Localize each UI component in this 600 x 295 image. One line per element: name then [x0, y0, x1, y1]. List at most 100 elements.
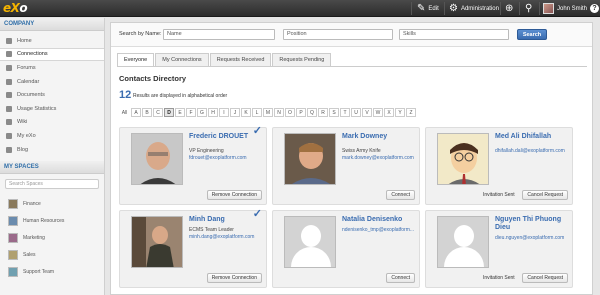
letter-filter-q[interactable]: Q	[307, 108, 317, 117]
sidebar-item-blog[interactable]: Blog	[0, 143, 104, 157]
sidebar-item-calendar[interactable]: Calendar	[0, 75, 104, 89]
invitation-sent-status: Invitation Sent	[483, 275, 515, 281]
letter-filter-s[interactable]: S	[329, 108, 339, 117]
sidebar-item-connections[interactable]: Connections	[0, 47, 104, 62]
space-item-finance[interactable]: Finance	[0, 195, 104, 212]
letter-filter-p[interactable]: P	[296, 108, 306, 117]
letter-filter-c[interactable]: C	[153, 108, 163, 117]
contact-photo[interactable]	[131, 216, 183, 268]
gear-icon: ⚙	[449, 2, 458, 14]
letter-filter-h[interactable]: H	[208, 108, 218, 117]
sidebar-item-label: Connections	[17, 51, 48, 58]
administration-label: Administration	[460, 5, 499, 12]
contact-card: Med Ali Dhifallah dhifallah.dali@exoplat…	[425, 127, 573, 205]
contact-name[interactable]: Natalia Denisenko	[342, 216, 418, 224]
letter-filter-k[interactable]: K	[241, 108, 251, 117]
help-button[interactable]: ?	[590, 0, 599, 17]
letter-filter-a[interactable]: A	[131, 108, 141, 117]
letter-filter-j[interactable]: J	[230, 108, 240, 117]
sidebar-item-my-exo[interactable]: My eXo	[0, 129, 104, 143]
letter-filter-d[interactable]: D	[164, 108, 174, 117]
letter-filter-i[interactable]: I	[219, 108, 229, 117]
search-spaces-input[interactable]: Search Spaces	[5, 179, 99, 190]
contact-name[interactable]: Nguyen Thi Phuong Dieu	[495, 216, 571, 232]
tab-requests-pending[interactable]: Requests Pending	[272, 53, 332, 66]
letter-filter-v[interactable]: V	[362, 108, 372, 117]
letter-filter-z[interactable]: Z	[406, 108, 416, 117]
logo-text-tail: o	[19, 1, 28, 15]
administration-button[interactable]: ⚙ Administration	[449, 0, 499, 17]
sidebar-item-home[interactable]: Home	[0, 34, 104, 48]
connect-button[interactable]: Connect	[386, 190, 415, 200]
space-item-support-team[interactable]: Support Team	[0, 263, 104, 280]
contact-photo[interactable]	[131, 133, 183, 185]
contact-position: VP Engineering	[189, 148, 224, 154]
search-button[interactable]: ⚲	[525, 0, 532, 17]
contact-email[interactable]: dhifallah.dali@exoplatform.com	[495, 148, 565, 154]
tab-my-connections[interactable]: My Connections	[155, 53, 209, 66]
contact-email[interactable]: dieu.nguyen@exoplatform.com	[495, 235, 564, 241]
contact-email[interactable]: ndenisenko_tmp@exoplatform...	[342, 227, 414, 233]
contact-email[interactable]: minh.dang@exoplatform.com	[189, 234, 254, 240]
contact-card: ✓ Minh Dang ECMS Team Leader minh.dang@e…	[119, 209, 267, 288]
space-item-human-resources[interactable]: Human Resources	[0, 212, 104, 229]
position-search-input[interactable]: Position	[283, 29, 393, 40]
contact-photo-placeholder[interactable]	[437, 216, 489, 268]
skills-search-input[interactable]: Skills	[399, 29, 509, 40]
space-label: Finance	[23, 200, 41, 207]
sidebar-item-forums[interactable]: Forums	[0, 61, 104, 75]
contact-photo[interactable]	[284, 133, 336, 185]
letter-filter-y[interactable]: Y	[395, 108, 405, 117]
name-search-input[interactable]: Name	[163, 29, 275, 40]
sidebar-item-wiki[interactable]: Wiki	[0, 116, 104, 130]
letter-filter-t[interactable]: T	[340, 108, 350, 117]
tab-requests-received[interactable]: Requests Received	[209, 53, 272, 66]
letter-filter-l[interactable]: L	[252, 108, 262, 117]
contact-photo[interactable]	[437, 133, 489, 185]
letter-filter-w[interactable]: W	[373, 108, 383, 117]
contact-email[interactable]: mark.downey@exoplatform.com	[342, 155, 414, 161]
divider	[444, 2, 445, 15]
letter-filter-o[interactable]: O	[285, 108, 295, 117]
exo-logo[interactable]: eXo	[3, 1, 28, 15]
search-button[interactable]: Search	[517, 29, 547, 40]
default-avatar-icon	[285, 217, 335, 267]
main-content: Search by Name: Name Position Skills Sea…	[110, 22, 593, 295]
letter-filter-f[interactable]: F	[186, 108, 196, 117]
letter-filter-e[interactable]: E	[175, 108, 185, 117]
contact-name[interactable]: Mark Downey	[342, 133, 418, 141]
contact-position: ECMS Team Leader	[189, 227, 234, 233]
remove-connection-button[interactable]: Remove Connection	[206, 273, 262, 283]
add-button[interactable]: ⊕	[505, 0, 513, 17]
cancel-request-button[interactable]: Cancel Request	[522, 190, 568, 200]
sidebar-item-documents[interactable]: Documents	[0, 88, 104, 102]
contact-name[interactable]: Minh Dang	[189, 216, 265, 224]
letter-filter-u[interactable]: U	[351, 108, 361, 117]
space-item-marketing[interactable]: Marketing	[0, 229, 104, 246]
edit-button[interactable]: ✎ Edit	[417, 0, 439, 17]
connections-icon	[6, 51, 12, 58]
sidebar-item-usage-statistics[interactable]: Usage Statistics	[0, 102, 104, 116]
letter-filter-m[interactable]: M	[263, 108, 273, 117]
contact-position: Swiss Army Knife	[342, 148, 381, 154]
edit-icon: ✎	[417, 2, 426, 14]
tab-everyone[interactable]: Everyone	[117, 53, 155, 66]
connect-button[interactable]: Connect	[386, 273, 415, 283]
wiki-icon	[6, 119, 12, 126]
contact-photo-placeholder[interactable]	[284, 216, 336, 268]
contact-email[interactable]: fdrouet@exoplatform.com	[189, 155, 247, 161]
contact-name[interactable]: Frederic DROUET	[189, 133, 265, 141]
space-item-sales[interactable]: Sales	[0, 246, 104, 263]
letter-filter-b[interactable]: B	[142, 108, 152, 117]
letter-filter-n[interactable]: N	[274, 108, 284, 117]
letter-filter-g[interactable]: G	[197, 108, 207, 117]
letter-filter-x[interactable]: X	[384, 108, 394, 117]
remove-connection-button[interactable]: Remove Connection	[206, 190, 262, 200]
contact-name[interactable]: Med Ali Dhifallah	[495, 133, 571, 141]
user-menu[interactable]: John Smith	[543, 0, 587, 17]
letter-filter-all[interactable]: All	[119, 108, 130, 117]
cancel-request-button[interactable]: Cancel Request	[522, 273, 568, 283]
letter-filter-r[interactable]: R	[318, 108, 328, 117]
sidebar-item-label: Home	[17, 37, 32, 44]
space-label: Support Team	[23, 268, 55, 275]
